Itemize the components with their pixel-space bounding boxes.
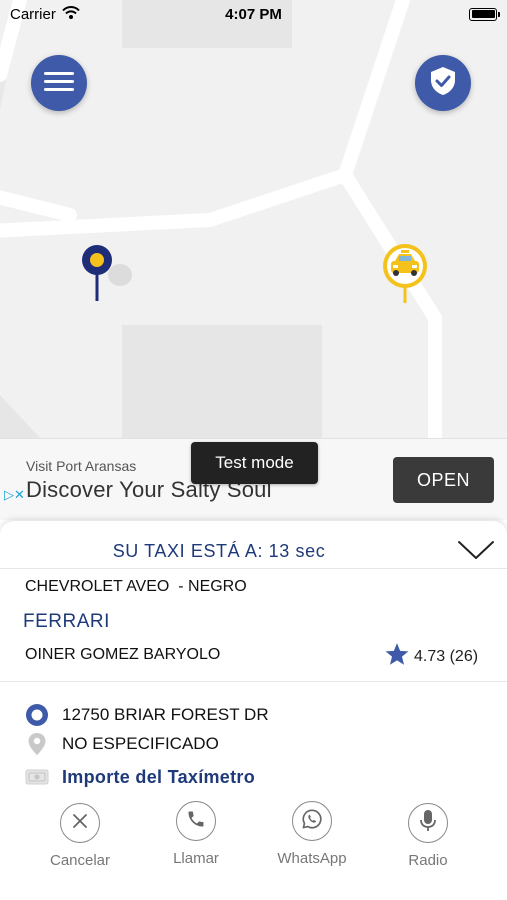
cancel-button[interactable]: Cancelar [35,803,125,869]
trip-panel: SU TAXI ESTÁ A: 13 sec CHEVROLET AVEO - … [0,521,507,900]
whatsapp-icon [301,808,323,835]
phone-icon [186,809,206,834]
vehicle-description: CHEVROLET AVEO - NEGRO [25,578,247,595]
divider [0,568,507,569]
status-bar: Carrier 4:07 PM [0,0,507,28]
destination-address: NO ESPECIFICADO [62,734,219,753]
location-pin-icon [24,731,50,757]
call-button[interactable]: Llamar [151,801,241,867]
cancel-label: Cancelar [49,852,111,869]
radio-label: Radio [408,852,448,869]
shield-check-icon [429,66,457,101]
star-icon [384,642,410,672]
destination-row: NO ESPECIFICADO [24,731,219,757]
safety-button[interactable] [415,55,471,111]
ad-open-button[interactable]: OPEN [393,457,494,503]
whatsapp-button[interactable]: WhatsApp [267,801,357,867]
driver-name: OINER GOMEZ BARYOLO [25,646,221,663]
eta-text: SU TAXI ESTÁ A: 13 sec [112,541,326,561]
test-mode-badge: Test mode [191,442,318,484]
collapse-button[interactable] [457,539,495,566]
pickup-row: 12750 BRIAR FOREST DR [24,702,269,728]
cash-icon [24,764,50,790]
ad-subtitle: Visit Port Aransas [26,458,137,474]
wifi-icon [62,5,80,23]
pickup-pin-icon [78,243,138,303]
battery-icon [469,7,500,21]
fare-row[interactable]: Importe del Taxímetro [24,764,255,790]
call-label: Llamar [173,850,219,867]
whatsapp-label: WhatsApp [277,850,347,867]
divider [0,681,507,682]
rating-value: 4.73 (26) [414,648,479,665]
company-name: FERRARI [23,611,110,632]
radio-button[interactable]: Radio [383,803,473,869]
pickup-address: 12750 BRIAR FOREST DR [62,705,269,724]
taxi-marker-icon [380,243,432,305]
ad-choices-icon[interactable]: ▷✕ [4,487,25,503]
driver-rating: 4.73 (26) [384,642,478,672]
microphone-icon [419,809,437,838]
action-bar: Cancelar Llamar WhatsApp Radio [0,801,507,883]
chevron-down-icon [457,541,495,565]
menu-icon [44,70,74,97]
fare-label: Importe del Taxímetro [62,766,256,787]
radio-dot-icon [24,702,50,728]
menu-button[interactable] [31,55,87,111]
carrier-label: Carrier [10,5,56,23]
close-icon [71,812,89,835]
